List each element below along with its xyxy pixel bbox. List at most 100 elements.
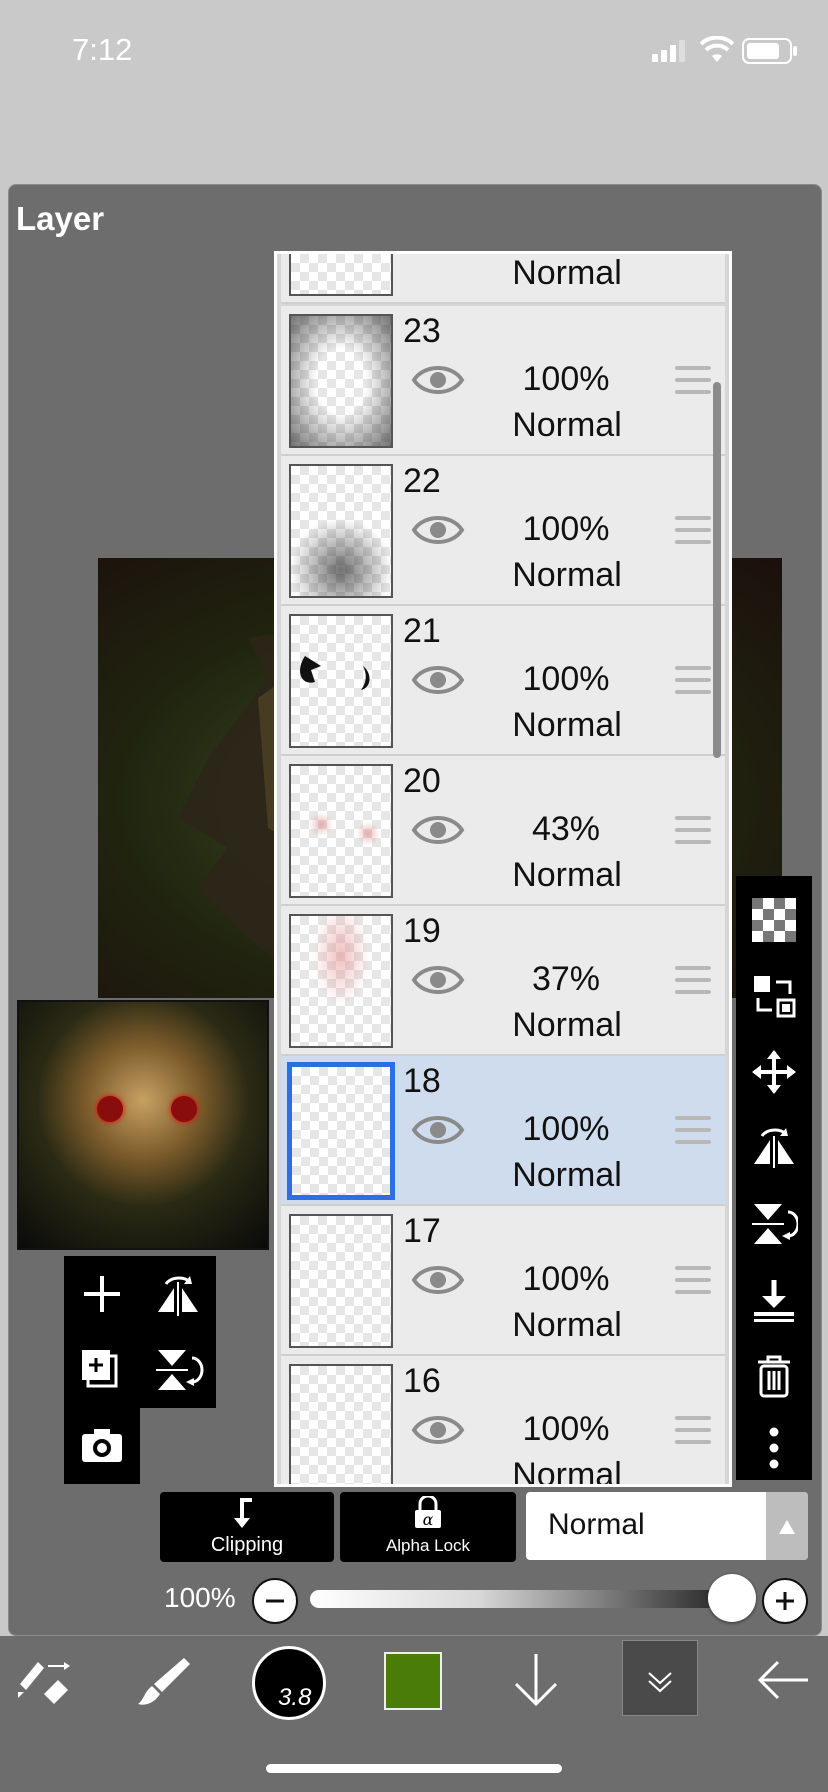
layer-row[interactable]: 17 100% Normal [281, 1206, 725, 1356]
triangle-up-icon [779, 1520, 795, 1534]
layer-blend-mode: Normal [512, 556, 622, 594]
layer-thumbnail[interactable] [289, 1214, 393, 1348]
layer-row[interactable]: Normal [281, 254, 725, 304]
camera-icon [82, 1429, 122, 1462]
opacity-slider[interactable] [310, 1590, 730, 1608]
merge-down-icon[interactable] [750, 1276, 798, 1324]
layer-row[interactable]: 19 37% Normal [281, 906, 725, 1056]
drag-handle-icon[interactable] [675, 516, 711, 552]
panel-title: Layer [16, 200, 105, 237]
flip-layer-vertical-icon [156, 1350, 204, 1390]
layer-blend-mode: Normal [512, 856, 622, 894]
opacity-decrease-button[interactable] [252, 1578, 298, 1624]
layer-list-scrollbar[interactable] [713, 382, 721, 758]
cellular-signal-icon [652, 40, 685, 62]
layer-thumbnail[interactable] [289, 614, 393, 748]
visibility-eye-icon[interactable] [411, 1260, 465, 1300]
layer-thumbnail[interactable] [289, 464, 393, 598]
brush-size-value: 3.8 [278, 1684, 312, 1711]
chevron-down-double-icon [648, 1672, 672, 1693]
layer-thumbnail[interactable] [289, 764, 393, 898]
trash-icon[interactable] [750, 1352, 798, 1400]
add-layer-icon [84, 1276, 120, 1312]
transparency-icon[interactable] [750, 896, 798, 944]
layer-list[interactable]: Normal 23 100% Normal 22 100% Normal 21 100% Norm… [274, 251, 732, 1487]
layer-21-strokes [300, 656, 370, 690]
opacity-slider-knob[interactable] [708, 1574, 756, 1622]
alpha-lock-icon: α [415, 1496, 441, 1529]
visibility-eye-icon[interactable] [411, 660, 465, 700]
clipping-button[interactable]: Clipping [160, 1492, 334, 1562]
layer-row[interactable]: 18 100% Normal [281, 1056, 725, 1206]
visibility-eye-icon[interactable] [411, 510, 465, 550]
opacity-increase-button[interactable] [762, 1578, 808, 1624]
drag-handle-icon[interactable] [675, 816, 711, 852]
blend-mode-arrow[interactable] [766, 1492, 808, 1560]
visibility-eye-icon[interactable] [411, 1410, 465, 1450]
layer-blend-mode: Normal [512, 1306, 622, 1344]
layers-toggle-button[interactable] [622, 1640, 698, 1716]
move-icon[interactable] [750, 1048, 798, 1096]
layer-number: 17 [403, 1212, 441, 1250]
preview-eye-right [171, 1096, 197, 1122]
visibility-eye-icon[interactable] [411, 360, 465, 400]
swap-layer-icon[interactable] [750, 972, 798, 1020]
layer-opacity: 100% [522, 510, 610, 548]
alpha-lock-label: Alpha Lock [385, 1536, 471, 1555]
layer-thumbnail[interactable] [287, 1062, 395, 1200]
layer-number: 21 [403, 612, 441, 650]
drag-handle-icon[interactable] [675, 1416, 711, 1452]
visibility-eye-icon[interactable] [411, 810, 465, 850]
layer-row[interactable]: 20 43% Normal [281, 756, 725, 906]
brush-tool-icon[interactable] [134, 1654, 194, 1710]
layer-opacity: 43% [531, 810, 601, 848]
transform-tool-icon[interactable] [14, 1654, 74, 1710]
layer-opacity: 100% [522, 1110, 610, 1148]
drag-handle-icon[interactable] [675, 366, 711, 402]
layer-opacity: 100% [522, 1410, 610, 1448]
layer-thumbnail[interactable] [289, 254, 393, 296]
camera-button[interactable] [64, 1408, 140, 1484]
alpha-lock-button[interactable]: α Alpha Lock [340, 1492, 516, 1562]
layer-list-content: Normal 23 100% Normal 22 100% Normal 21 100% Norm… [277, 254, 729, 1484]
flip-vertical-icon[interactable] [750, 1200, 798, 1248]
layer-row[interactable]: 16 100% Normal [281, 1356, 725, 1484]
drag-handle-icon[interactable] [675, 1116, 711, 1152]
layer-tools-right [736, 876, 812, 1480]
home-indicator [266, 1764, 562, 1773]
duplicate-layer-button[interactable] [64, 1332, 140, 1408]
layer-opacity: 37% [531, 960, 601, 998]
status-time: 7:12 [72, 32, 133, 67]
drag-handle-icon[interactable] [675, 966, 711, 1002]
layer-row[interactable]: 21 100% Normal [281, 606, 725, 756]
layer-opacity: 100% [522, 660, 610, 698]
layer-blend-mode: Normal [512, 1156, 622, 1194]
layer-opacity: 100% [522, 1260, 610, 1298]
battery-icon [742, 38, 797, 64]
add-layer-button[interactable] [64, 1256, 140, 1332]
layer-thumbnail[interactable] [289, 1364, 393, 1484]
blend-mode-select[interactable]: Normal [526, 1492, 808, 1560]
status-bar: 7:12 [0, 0, 828, 100]
download-icon[interactable] [510, 1650, 562, 1710]
layer-row[interactable]: 22 100% Normal [281, 456, 725, 606]
back-arrow-icon[interactable] [754, 1656, 812, 1704]
clipping-icon [234, 1498, 252, 1528]
visibility-eye-icon[interactable] [411, 1110, 465, 1150]
canvas-preview-thumbnail[interactable] [17, 1000, 269, 1250]
visibility-eye-icon[interactable] [411, 960, 465, 1000]
layer-thumbnail[interactable] [289, 914, 393, 1048]
flip-horizontal-icon[interactable] [750, 1124, 798, 1172]
drag-handle-icon[interactable] [675, 1266, 711, 1302]
layer-row[interactable]: 23 100% Normal [281, 306, 725, 456]
flip-layer-horizontal-icon [158, 1276, 198, 1316]
layer-blend-mode: Normal [512, 406, 622, 444]
layer-thumbnail[interactable] [289, 314, 393, 448]
layer-blend-mode: Normal [512, 706, 622, 744]
more-icon[interactable] [750, 1424, 798, 1472]
flip-layer-horizontal-button[interactable] [140, 1256, 216, 1332]
flip-layer-vertical-button[interactable] [140, 1332, 216, 1408]
drag-handle-icon[interactable] [675, 666, 711, 702]
current-color-swatch[interactable] [384, 1652, 442, 1710]
duplicate-layer-icon [82, 1350, 118, 1388]
